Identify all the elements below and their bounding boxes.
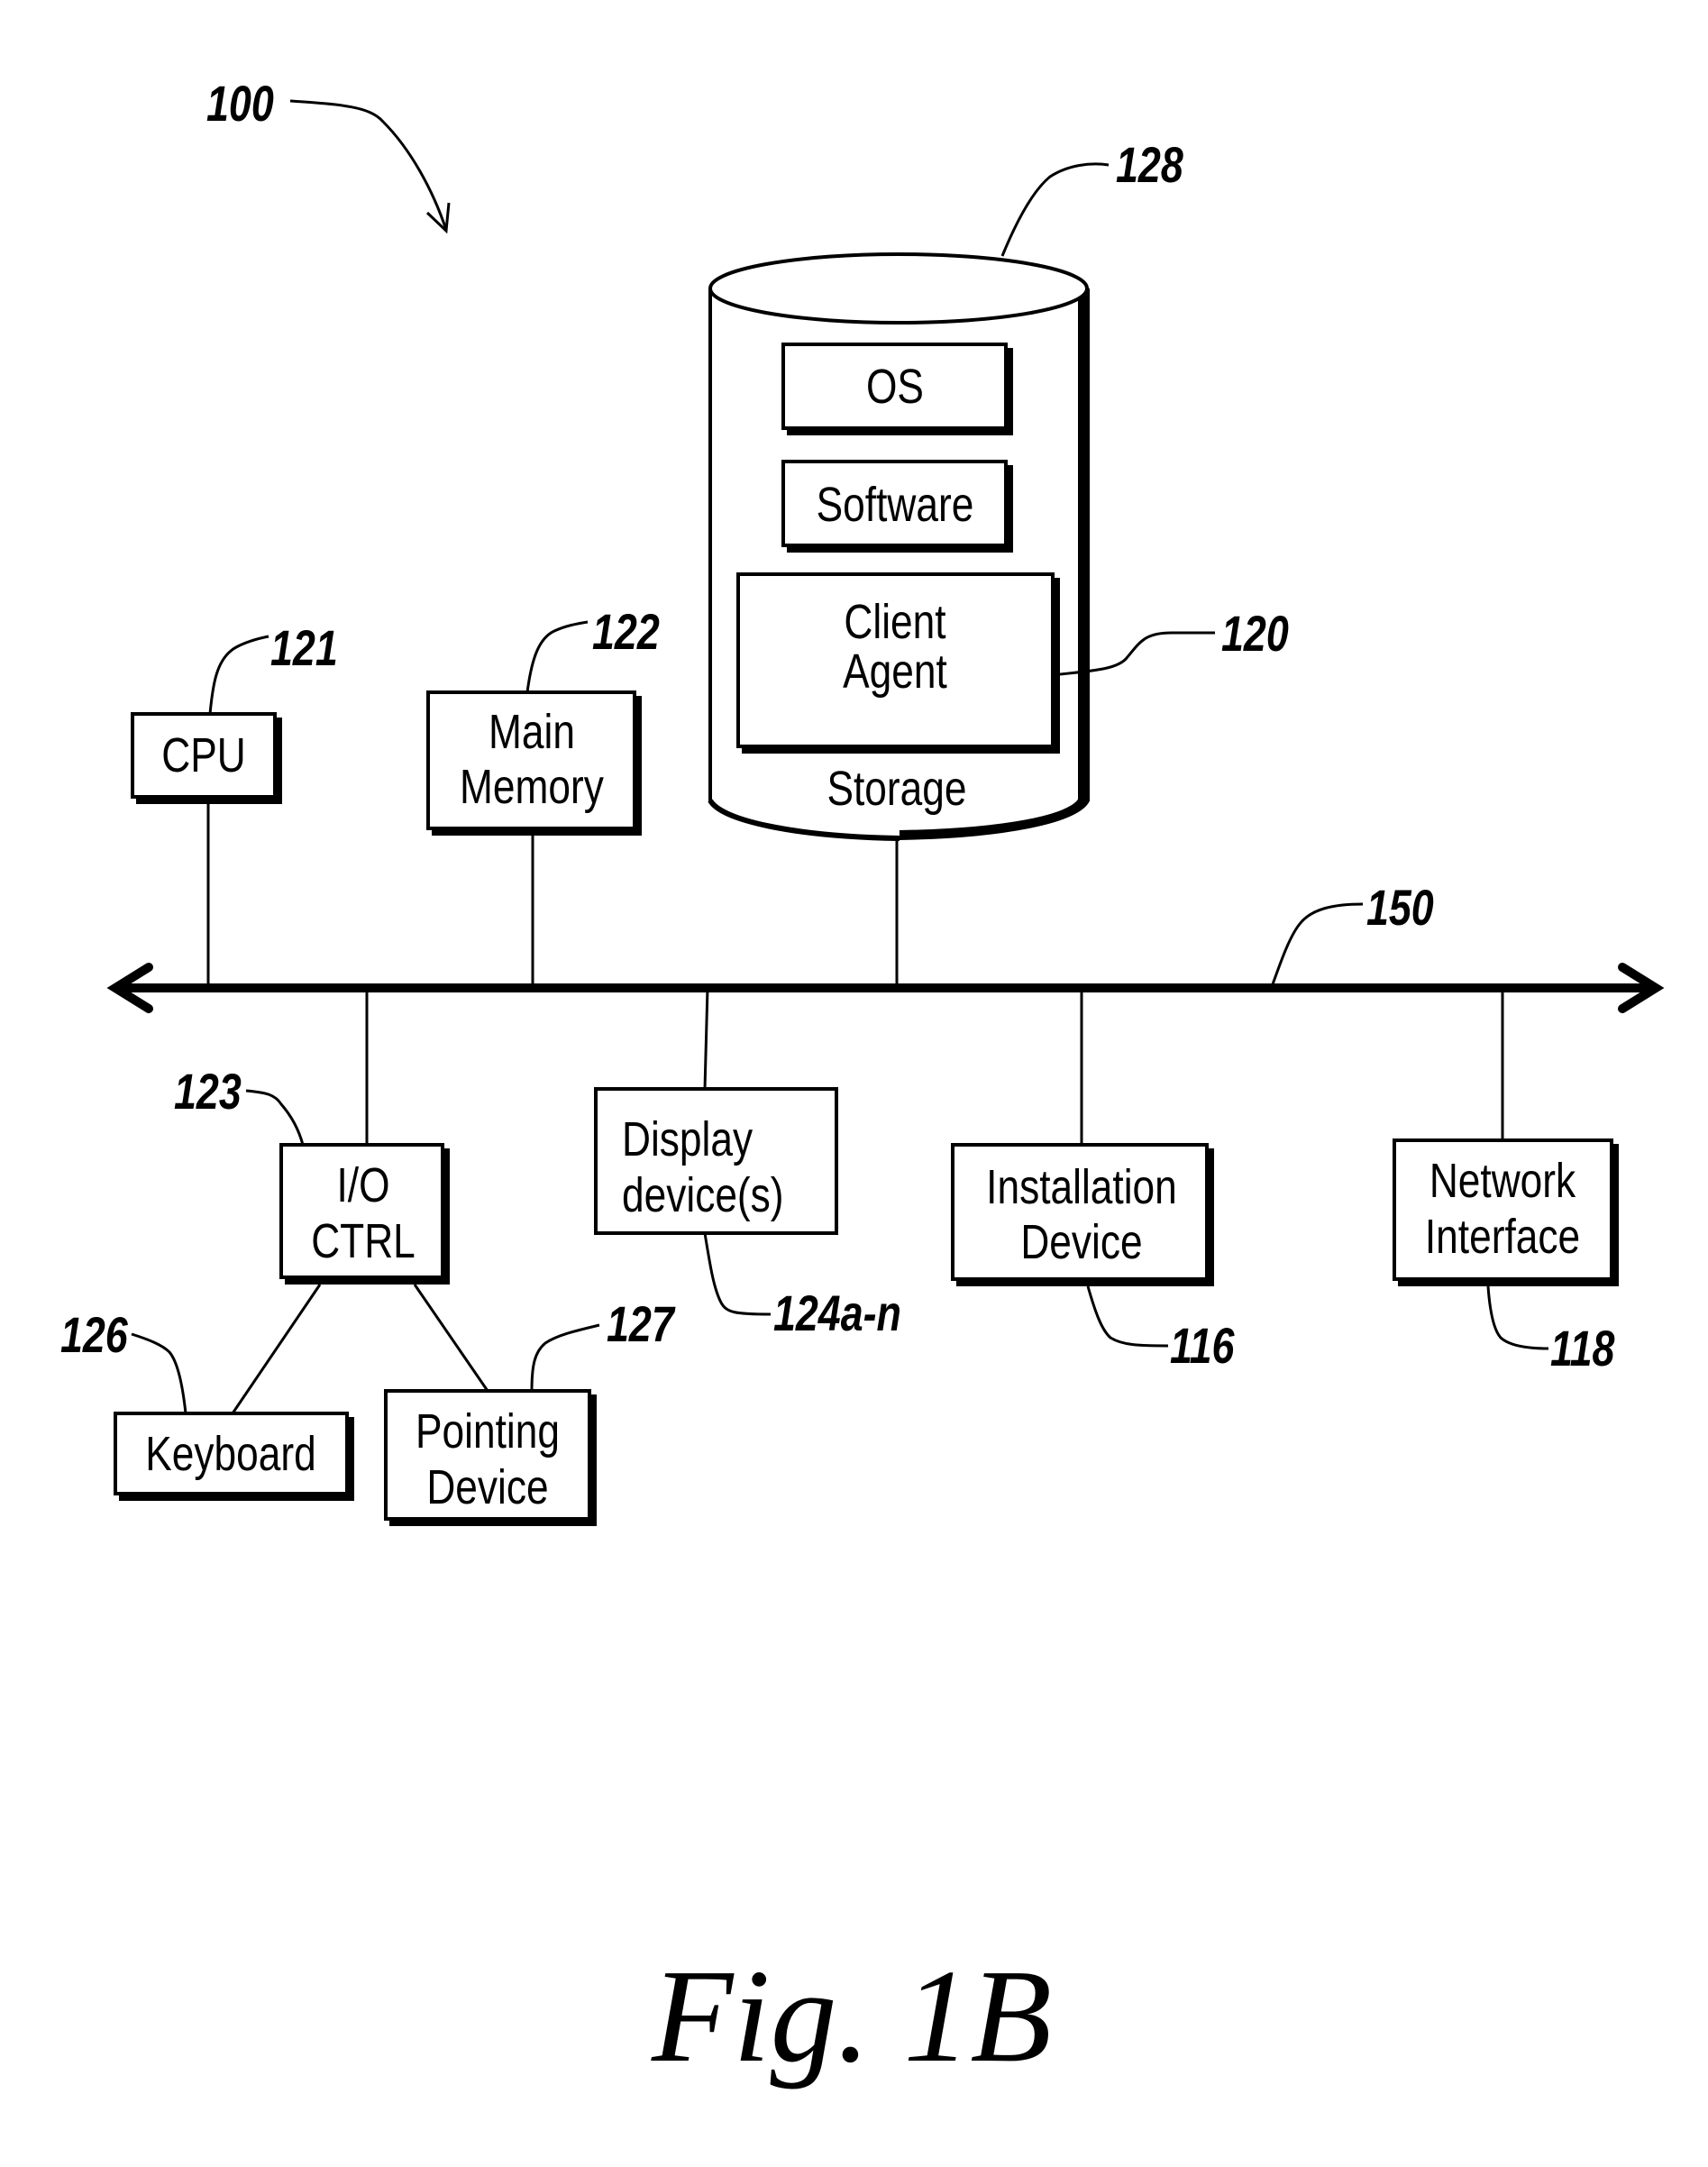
network-label-line1: Network [1429,1154,1576,1208]
figure-caption: Fig. 1B [651,1943,1052,2090]
installation-reference-label: 116 [1170,1317,1235,1374]
io-ctrl-label-line2: CTRL [311,1214,416,1268]
main-memory-reference-leader [525,620,589,693]
os-label: OS [866,360,924,414]
main-memory-box: Main Memory [426,690,642,836]
storage-reference-label: 128 [1116,136,1183,193]
keyboard-label: Keyboard [145,1427,315,1481]
io-ctrl-label-line1: I/O [336,1158,389,1212]
main-memory-label-line2: Memory [460,760,604,814]
software-label: Software [817,478,974,532]
network-label-line2: Interface [1425,1210,1580,1264]
pointing-connector [413,1284,489,1392]
cpu-reference-leader [208,635,269,715]
main-memory-reference-label: 122 [592,603,660,660]
client-agent-box: Client Agent [736,572,1060,754]
figure-reference: 100 [206,75,451,234]
installation-reference-leader [1086,1285,1169,1348]
storage-label: Storage [827,762,966,816]
network-reference-leader [1486,1285,1549,1350]
display-reference-leader [703,1232,772,1316]
network-interface-box: Network Interface [1393,1138,1619,1286]
storage-reference-leader [1000,162,1110,257]
cpu-reference-label: 121 [270,619,338,676]
io-ctrl-reference-leader [245,1089,305,1146]
io-ctrl-box: I/O CTRL [279,1143,450,1285]
bus-reference-leader [1271,902,1364,985]
os-box: OS [781,343,1013,435]
keyboard-reference-leader [131,1332,187,1414]
io-ctrl-reference-label: 123 [174,1063,242,1120]
display-reference-label: 124a-n [773,1285,901,1341]
installation-device-box: Installation Device [951,1143,1214,1286]
pointing-label-line2: Device [426,1460,548,1514]
keyboard-reference-label: 126 [60,1306,128,1363]
pointing-label-line1: Pointing [416,1404,560,1458]
display-connector [703,987,709,1090]
computing-device-diagram: 100 Storage OS Software Client Agent 128… [60,75,1665,2090]
display-box: Display device(s) [594,1087,838,1235]
figure-reference-label: 100 [206,75,274,132]
display-label-line1: Display [622,1112,753,1166]
client-agent-reference-label: 120 [1221,605,1289,662]
pointing-reference-leader [530,1323,600,1392]
keyboard-box: Keyboard [114,1412,354,1501]
network-reference-label: 118 [1550,1320,1615,1376]
cpu-label: CPU [161,728,245,782]
display-label-line2: device(s) [622,1168,784,1222]
pointing-reference-label: 127 [607,1295,676,1352]
bus-reference-label: 150 [1366,879,1434,936]
client-agent-label-line2: Agent [843,645,947,699]
figure-reference-leader [289,99,448,231]
storage-cylinder: Storage OS Software Client Agent [708,252,1090,841]
system-bus [106,963,1665,1013]
installation-label-line1: Installation [986,1160,1177,1214]
software-box: Software [781,460,1013,553]
client-agent-label-line1: Client [844,595,945,649]
installation-label-line2: Device [1020,1215,1142,1269]
pointing-device-box: Pointing Device [384,1389,597,1526]
cpu-box: CPU [131,712,282,804]
main-memory-label-line1: Main [489,705,575,759]
keyboard-connector [231,1284,322,1414]
